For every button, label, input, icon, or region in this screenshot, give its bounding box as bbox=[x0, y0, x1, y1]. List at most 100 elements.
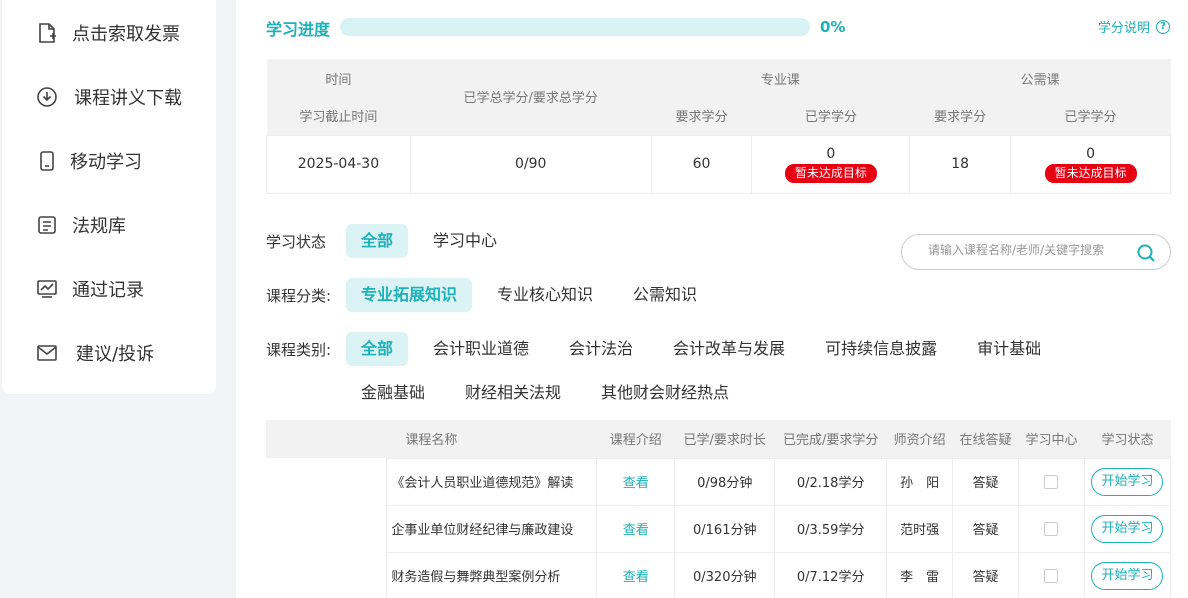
pro-required-value: 60 bbox=[650, 134, 753, 194]
table-header-row: 课程名称 课程介绍 已学/要求时长 已完成/要求学分 师资介绍 在线答疑 学习中… bbox=[266, 420, 1171, 458]
view-intro-link[interactable]: 查看 bbox=[623, 570, 649, 585]
pub-learned-cell: 0 暂未达成目标 bbox=[1010, 134, 1171, 194]
header-deadline: 学习截止时间 bbox=[266, 97, 411, 135]
col-duration: 已学/要求时长 bbox=[674, 420, 775, 458]
sidebar-item-label: 课程讲义下载 bbox=[74, 88, 182, 109]
col-teacher: 师资介绍 bbox=[886, 420, 953, 458]
course-duration: 0/98分钟 bbox=[674, 457, 776, 506]
qa-link[interactable]: 答疑 bbox=[952, 504, 1020, 553]
filter-label: 课程分类: bbox=[266, 286, 332, 305]
header-pro-learned: 已学学分 bbox=[751, 97, 910, 135]
course-teacher[interactable]: 范时强 bbox=[886, 504, 954, 553]
category-option[interactable]: 公需知识 bbox=[618, 278, 712, 312]
course-name: 企事业单位财经纪律与廉政建设 bbox=[386, 504, 598, 553]
sidebar-item-download[interactable]: 课程讲义下载 bbox=[2, 77, 216, 117]
sidebar-item-label: 移动学习 bbox=[70, 152, 142, 173]
status-badge: 暂未达成目标 bbox=[784, 163, 877, 183]
type-option[interactable]: 审计基础 bbox=[962, 332, 1056, 366]
mobile-icon bbox=[36, 150, 58, 172]
header-pub-learned: 已学学分 bbox=[1010, 97, 1171, 135]
credit-summary-table: 时间 已学总学分/要求总学分 专业课 公需课 学习截止时间 要求学分 已学学分 … bbox=[266, 59, 1171, 194]
course-search bbox=[901, 234, 1171, 270]
pro-learned-value: 0 bbox=[826, 145, 836, 162]
header-pub-required: 要求学分 bbox=[909, 97, 1011, 135]
course-credits: 0/3.59学分 bbox=[774, 504, 888, 553]
course-name: 《会计人员职业道德规范》解读 bbox=[386, 457, 598, 506]
start-study-button[interactable]: 开始学习 bbox=[1091, 561, 1164, 590]
chart-icon bbox=[36, 278, 58, 300]
sidebar-item-mobile[interactable]: 移动学习 bbox=[2, 141, 216, 181]
course-teacher[interactable]: 李 雷 bbox=[886, 551, 954, 598]
type-option[interactable]: 其他财会财经热点 bbox=[586, 376, 744, 410]
filter-type: 课程类别: 全部 会计职业道德 会计法治 会计改革与发展 可持续信息披露 审计基… bbox=[266, 332, 1066, 366]
status-option-all[interactable]: 全部 bbox=[346, 224, 409, 258]
view-intro-link[interactable]: 查看 bbox=[623, 476, 649, 491]
invoice-icon bbox=[36, 22, 58, 44]
total-credits-value: 0/90 bbox=[409, 134, 652, 194]
pro-learned-cell: 0 暂未达成目标 bbox=[751, 134, 911, 194]
type-option[interactable]: 金融基础 bbox=[346, 376, 440, 410]
header-time: 时间 bbox=[266, 59, 411, 97]
sidebar-item-label: 建议/投诉 bbox=[76, 344, 155, 365]
col-center: 学习中心 bbox=[1018, 420, 1085, 458]
sidebar-item-regulations[interactable]: 法规库 bbox=[2, 205, 216, 245]
col-status: 学习状态 bbox=[1084, 420, 1171, 458]
course-teacher[interactable]: 孙 阳 bbox=[886, 457, 954, 506]
col-credits: 已完成/要求学分 bbox=[774, 420, 887, 458]
sidebar-item-invoice[interactable]: 点击索取发票 bbox=[2, 13, 216, 53]
header-pro-required: 要求学分 bbox=[651, 97, 752, 135]
sidebar-item-label: 点击索取发票 bbox=[72, 24, 180, 45]
question-circle-icon: ? bbox=[1156, 19, 1170, 34]
type-option[interactable]: 财经相关法规 bbox=[450, 376, 576, 410]
search-icon[interactable] bbox=[1136, 243, 1156, 263]
type-option[interactable]: 会计法治 bbox=[554, 332, 648, 366]
filter-category: 课程分类: 专业拓展知识 专业核心知识 公需知识 bbox=[266, 278, 722, 312]
course-credits: 0/2.18学分 bbox=[774, 457, 888, 506]
col-course-name: 课程名称 bbox=[266, 420, 597, 458]
study-center-checkbox[interactable] bbox=[1044, 521, 1059, 536]
category-option[interactable]: 专业拓展知识 bbox=[346, 278, 473, 312]
type-option[interactable]: 可持续信息披露 bbox=[810, 332, 952, 366]
study-center-checkbox[interactable] bbox=[1044, 474, 1059, 489]
sidebar-item-label: 通过记录 bbox=[72, 280, 144, 301]
qa-link[interactable]: 答疑 bbox=[952, 551, 1020, 598]
qa-link[interactable]: 答疑 bbox=[952, 457, 1020, 506]
table-spacer bbox=[266, 458, 388, 598]
pub-learned-value: 0 bbox=[1086, 145, 1096, 162]
header-professional: 专业课 bbox=[651, 59, 910, 97]
mail-icon bbox=[36, 342, 58, 364]
course-table: 课程名称 课程介绍 已学/要求时长 已完成/要求学分 师资介绍 在线答疑 学习中… bbox=[266, 420, 1172, 598]
sidebar: 点击索取发票 课程讲义下载 移动学习 法规库 通过记录 建议/投诉 bbox=[2, 0, 216, 394]
search-input[interactable] bbox=[928, 243, 1128, 257]
progress-title: 学习进度 bbox=[266, 20, 331, 39]
sidebar-item-feedback[interactable]: 建议/投诉 bbox=[2, 333, 216, 373]
table-row: 《会计人员职业道德规范》解读 查看 0/98分钟 0/2.18学分 孙 阳 答疑… bbox=[266, 457, 1172, 598]
credit-explanation-label: 学分说明 bbox=[1097, 21, 1150, 36]
start-study-button[interactable]: 开始学习 bbox=[1091, 514, 1164, 543]
credit-explanation-link[interactable]: 学分说明 ? bbox=[1098, 17, 1170, 36]
col-intro: 课程介绍 bbox=[596, 420, 675, 458]
sidebar-item-records[interactable]: 通过记录 bbox=[2, 269, 216, 309]
view-intro-link[interactable]: 查看 bbox=[623, 523, 649, 538]
document-icon bbox=[36, 214, 58, 236]
status-option-center[interactable]: 学习中心 bbox=[418, 224, 512, 258]
category-option[interactable]: 专业核心知识 bbox=[482, 278, 608, 312]
table-row: 财务造假与舞弊典型案例分析 查看 0/320分钟 0/7.12学分 李 雷 答疑… bbox=[266, 551, 1172, 598]
start-study-button[interactable]: 开始学习 bbox=[1091, 467, 1164, 496]
course-duration: 0/320分钟 bbox=[674, 551, 776, 598]
type-option[interactable]: 会计职业道德 bbox=[418, 332, 544, 366]
study-center-checkbox[interactable] bbox=[1044, 568, 1059, 583]
type-option[interactable]: 会计改革与发展 bbox=[658, 332, 800, 366]
table-row: 企事业单位财经纪律与廉政建设 查看 0/161分钟 0/3.59学分 范时强 答… bbox=[266, 504, 1172, 553]
filter-type-row2: 金融基础 财经相关法规 其他财会财经热点 bbox=[346, 376, 754, 410]
sidebar-item-label: 法规库 bbox=[72, 216, 126, 237]
progress-percent: 0% bbox=[820, 18, 846, 36]
header-total-credits: 已学总学分/要求总学分 bbox=[410, 59, 652, 135]
course-credits: 0/7.12学分 bbox=[774, 551, 888, 598]
header-public: 公需课 bbox=[909, 59, 1171, 97]
pub-required-value: 18 bbox=[909, 134, 1012, 194]
status-badge: 暂未达成目标 bbox=[1044, 163, 1137, 183]
filter-label: 课程类别: bbox=[266, 340, 332, 359]
type-option[interactable]: 全部 bbox=[346, 332, 409, 366]
filter-label: 学习状态 bbox=[266, 232, 327, 251]
